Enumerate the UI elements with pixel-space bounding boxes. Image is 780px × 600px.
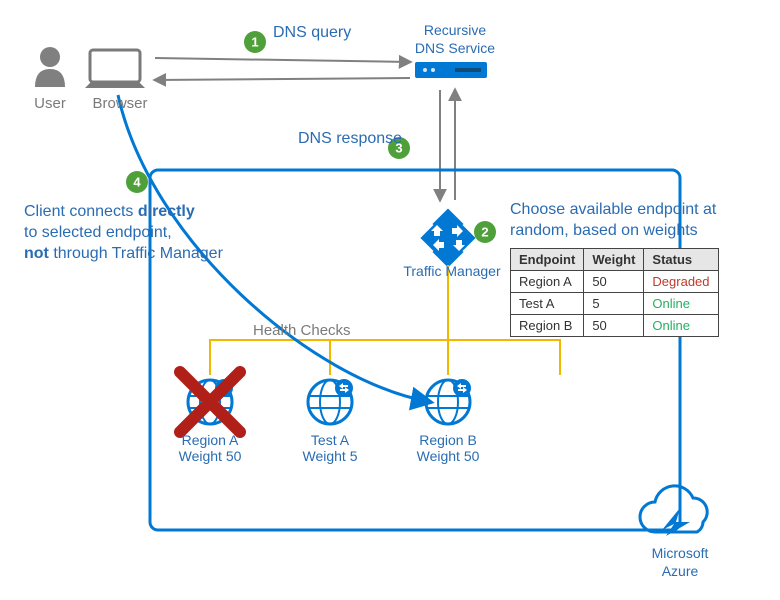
endpoint-region-a-caption: Region A Weight 50 [165,432,255,464]
table-cell-weight: 5 [584,293,644,315]
azure-label-line1: Microsoft [652,545,709,561]
step-4-note-line1-pre: Client connects [24,203,138,220]
endpoint-region-a-weight: Weight 50 [179,448,242,464]
table-header-weight: Weight [584,249,644,271]
dns-query-label: DNS query [273,24,351,41]
table-cell-status: Online [644,293,718,315]
azure-label-line2: Azure [662,563,699,579]
step-4-badge: 4 [126,171,148,193]
dns-service-label: Recursive DNS Service [410,22,500,57]
health-check-branch [210,340,560,375]
dns-service-label-line1: Recursive [424,22,486,38]
table-cell-endpoint: Region A [511,271,584,293]
step-2-note-line1: Choose available endpoint at [510,201,716,218]
table-header-row: Endpoint Weight Status [511,249,719,271]
azure-label: Microsoft Azure [640,545,720,580]
dns-response-label: DNS response [298,130,402,147]
table-header-endpoint: Endpoint [511,249,584,271]
endpoint-region-a-name: Region A [182,432,239,448]
step-2-note: Choose available endpoint at random, bas… [510,200,760,242]
step-4-note-line3-post: through Traffic Manager [49,245,223,262]
step-4-note: Client connects directly to selected end… [24,202,284,264]
user-icon [35,47,65,87]
dns-service-icon [415,62,487,78]
table-cell-endpoint: Test A [511,293,584,315]
table-cell-weight: 50 [584,315,644,337]
endpoint-test-a-icon [308,379,353,424]
table-row: Region A 50 Degraded [511,271,719,293]
azure-cloud-icon [640,486,707,536]
health-checks-label: Health Checks [253,322,351,339]
table-cell-status: Online [644,315,718,337]
traffic-manager-icon [420,208,475,267]
table-row: Test A 5 Online [511,293,719,315]
table-row: Region B 50 Online [511,315,719,337]
step-1-number: 1 [251,35,258,50]
step-4-note-line1-strong: directly [138,203,195,220]
endpoint-region-b-weight: Weight 50 [417,448,480,464]
table-cell-weight: 50 [584,271,644,293]
traffic-manager-label: Traffic Manager [402,263,502,281]
endpoint-region-b-caption: Region B Weight 50 [403,432,493,464]
step-2-number: 2 [481,225,488,240]
dns-query-arrow [155,58,410,62]
browser-label: Browser [85,95,155,112]
step-4-note-line3-strong: not [24,245,49,262]
dns-service-label-line2: DNS Service [415,40,495,56]
user-label: User [28,95,72,112]
step-2-badge: 2 [474,221,496,243]
table-cell-status: Degraded [644,271,718,293]
table-cell-endpoint: Region B [511,315,584,337]
step-4-note-line2: to selected endpoint, [24,224,172,241]
endpoint-test-a-caption: Test A Weight 5 [285,432,375,464]
endpoint-test-a-weight: Weight 5 [303,448,358,464]
dns-return-arrow [155,78,410,80]
table-header-status: Status [644,249,718,271]
endpoint-weights-table-wrap: Endpoint Weight Status Region A 50 Degra… [510,248,719,337]
endpoint-region-b-icon [426,379,471,424]
endpoint-weights-table: Endpoint Weight Status Region A 50 Degra… [510,248,719,337]
step-1-badge: 1 [244,31,266,53]
step-2-note-line2: random, based on weights [510,222,698,239]
browser-icon [85,50,145,88]
endpoint-region-b-name: Region B [419,432,477,448]
endpoint-test-a-name: Test A [311,432,349,448]
step-4-number: 4 [133,175,141,190]
